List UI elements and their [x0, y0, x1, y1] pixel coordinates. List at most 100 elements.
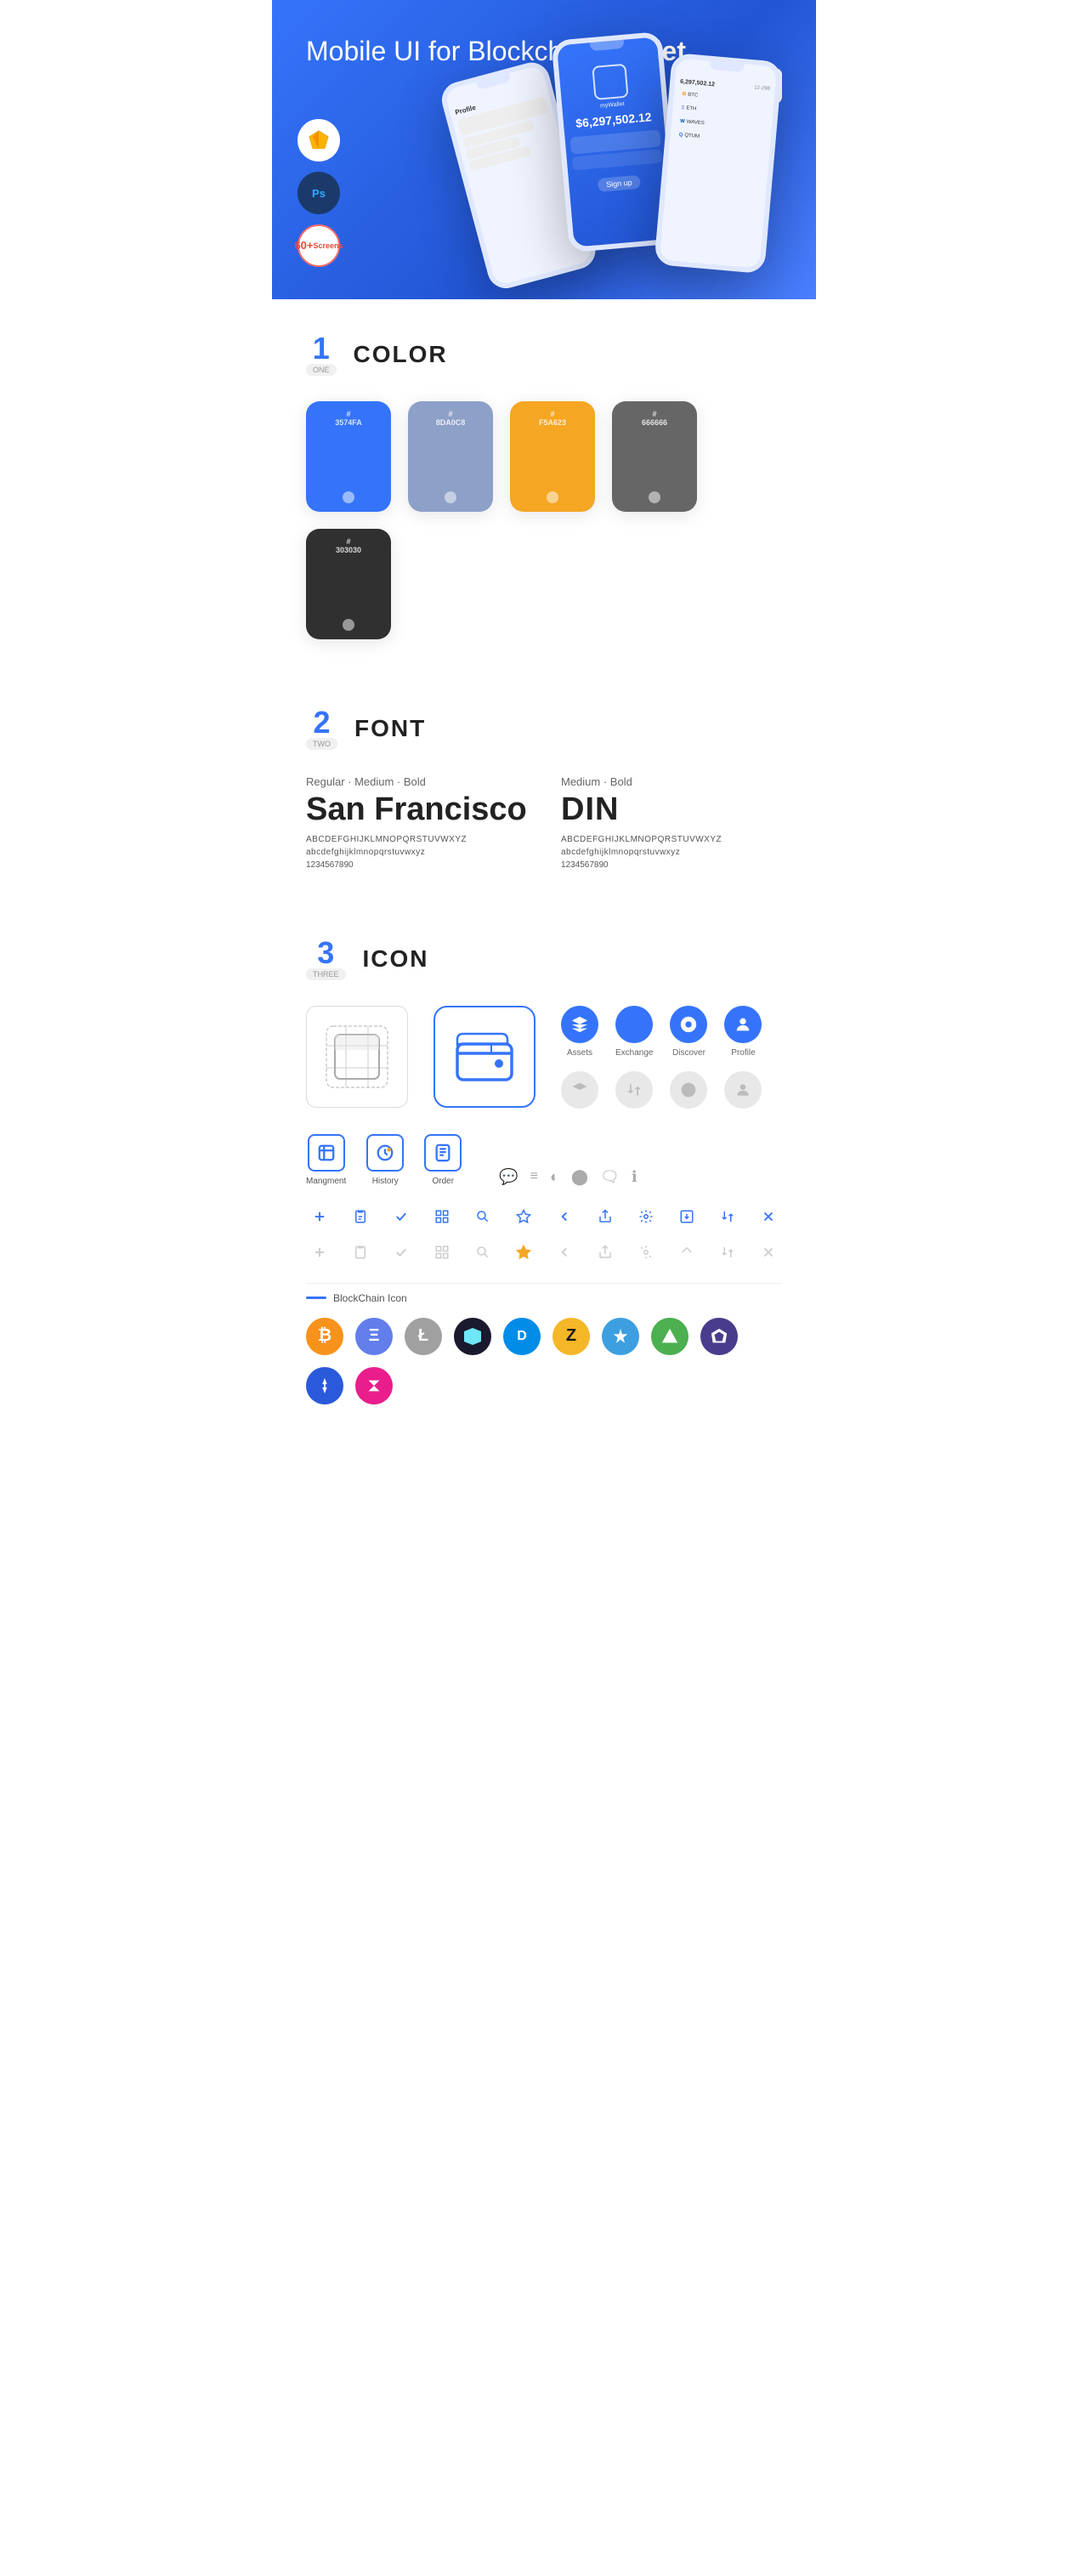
icon-assets-circle [561, 1006, 598, 1043]
util-icon-grey-star [510, 1239, 537, 1266]
nav-icon-history-label: History [372, 1177, 399, 1186]
util-icon-grey-back [551, 1239, 578, 1266]
crypto-dash: D [503, 1318, 541, 1355]
misc-icons: 💬 ≡ ◐ ⬤ 🗨 ℹ [499, 1168, 638, 1186]
color-dot-dark [343, 619, 354, 631]
misc-icon-info: ℹ [632, 1168, 638, 1186]
nav-icon-order-label: Order [432, 1177, 454, 1186]
util-icon-back [551, 1203, 578, 1230]
section-label-1: ONE [306, 364, 337, 376]
crypto-eth: Ξ [355, 1318, 393, 1355]
util-icon-settings [632, 1203, 660, 1230]
nav-icons-row: Mangment History [306, 1134, 782, 1186]
color-dot-mid-grey [649, 491, 660, 503]
color-dot-grey-blue [445, 491, 456, 503]
util-icon-grey-grid [428, 1239, 456, 1266]
crypto-icons-row: ₿ Ξ Ł D Z [306, 1318, 782, 1404]
crypto-xlm [602, 1318, 639, 1355]
hero-section: Mobile UI for Blockchain Wallet UI Kit P… [272, 0, 816, 299]
color-swatch-grey-blue: #8DA0C8 [408, 401, 493, 512]
util-icon-check [388, 1203, 415, 1230]
util-icon-grey-check [388, 1239, 415, 1266]
util-icon-share [592, 1203, 619, 1230]
section-num-big-2: 2 [313, 707, 330, 738]
color-dot-orange [547, 491, 558, 503]
nav-icon-management-label: Mangment [306, 1177, 346, 1186]
icon-exchange-label: Exchange [615, 1048, 653, 1058]
divider [306, 1283, 782, 1284]
font-grid: Regular · Medium · Bold San Francisco AB… [306, 775, 782, 870]
icon-grey-profile [724, 1071, 762, 1109]
util-icon-grey-clipboard [347, 1239, 374, 1266]
icon-grey-assets [561, 1071, 598, 1109]
util-icon-grey-swap [714, 1239, 741, 1266]
font-sf-numbers: 1234567890 [306, 860, 527, 870]
section-label-2: TWO [306, 738, 337, 750]
phone-right: 6,297,502.12 12-298 B BTC Ξ ETH W WAVES … [654, 52, 782, 273]
util-icon-grey-search [469, 1239, 496, 1266]
color-swatch-mid-grey: #666666 [612, 401, 697, 512]
icon-exchange: Exchange [615, 1006, 653, 1058]
icon-exchange-circle [615, 1006, 653, 1043]
color-hex-blue: #3574FA [335, 410, 362, 427]
icon-grey-discover [670, 1071, 707, 1109]
util-icons-grey [306, 1239, 782, 1266]
icon-profile-label: Profile [731, 1048, 755, 1058]
icon-assets-label: Assets [567, 1048, 592, 1058]
nav-icon-history: History [366, 1134, 404, 1186]
util-icon-clipboard [347, 1203, 374, 1230]
font-din-upper: ABCDEFGHIJKLMNOPQRSTUVWXYZ [561, 835, 782, 844]
crypto-zec: Z [552, 1318, 590, 1355]
color-dot-blue [343, 491, 354, 503]
font-sf-style: Regular · Medium · Bold [306, 775, 527, 788]
util-icons-blue [306, 1203, 782, 1230]
color-hex-dark: #303030 [336, 537, 361, 554]
icon-section-header: 3 THREE ICON [306, 904, 782, 1006]
util-icon-plus [306, 1203, 333, 1230]
misc-icon-msg: 🗨 [600, 1168, 620, 1186]
util-icon-grey-export [673, 1239, 700, 1266]
font-din: Medium · Bold DIN ABCDEFGHIJKLMNOPQRSTUV… [561, 775, 782, 870]
icon-discover: Discover [670, 1006, 707, 1058]
colored-icons-row: Assets Exchange Discover [561, 1006, 762, 1058]
section-label-3: THREE [306, 968, 346, 980]
util-icon-grey-share [592, 1239, 619, 1266]
util-icon-close [755, 1203, 782, 1230]
section-title-color: COLOR [354, 341, 448, 368]
util-icon-grey-close [755, 1239, 782, 1266]
section-title-icon: ICON [363, 945, 429, 973]
nav-icon-history-box [366, 1134, 404, 1172]
icon-wallet-filled [434, 1006, 536, 1108]
util-icon-search [469, 1203, 496, 1230]
section-number-1: 1 ONE [306, 333, 337, 376]
font-sf: Regular · Medium · Bold San Francisco AB… [306, 775, 527, 870]
crypto-link [306, 1367, 343, 1404]
colored-icon-group: Assets Exchange Discover [561, 1006, 762, 1109]
crypto-eos [700, 1318, 738, 1355]
section-num-big-1: 1 [313, 333, 330, 364]
color-swatch-dark: #303030 [306, 529, 391, 639]
color-swatch-blue: #3574FA [306, 401, 391, 512]
nav-icon-order-box [424, 1134, 462, 1172]
font-sf-lower: abcdefghijklmnopqrstuvwxyz [306, 848, 527, 857]
main-content: 1 ONE COLOR #3574FA #8DA0C8 #F5A623 #666… [272, 299, 816, 1404]
icon-discover-label: Discover [672, 1048, 706, 1058]
misc-icon-list: ≡ [530, 1169, 538, 1184]
section-number-2: 2 TWO [306, 707, 337, 750]
font-din-style: Medium · Bold [561, 775, 782, 788]
icon-discover-circle [670, 1006, 707, 1043]
crypto-ltc: Ł [405, 1318, 442, 1355]
util-icon-grey-settings [632, 1239, 660, 1266]
util-icon-grid [428, 1203, 456, 1230]
nav-icon-order: Order [424, 1134, 462, 1186]
misc-icon-chat: 💬 [499, 1168, 518, 1186]
section-title-font: FONT [354, 715, 426, 742]
blockchain-label: BlockChain Icon [306, 1292, 782, 1304]
font-sf-name: San Francisco [306, 792, 527, 828]
blockchain-line [306, 1297, 326, 1299]
color-hex-orange: #F5A623 [539, 410, 566, 427]
icon-grid-construction [306, 1006, 408, 1108]
section-num-big-3: 3 [317, 938, 334, 968]
misc-icon-circle: ⬤ [571, 1168, 588, 1186]
misc-icon-halfcircle: ◐ [550, 1168, 559, 1186]
